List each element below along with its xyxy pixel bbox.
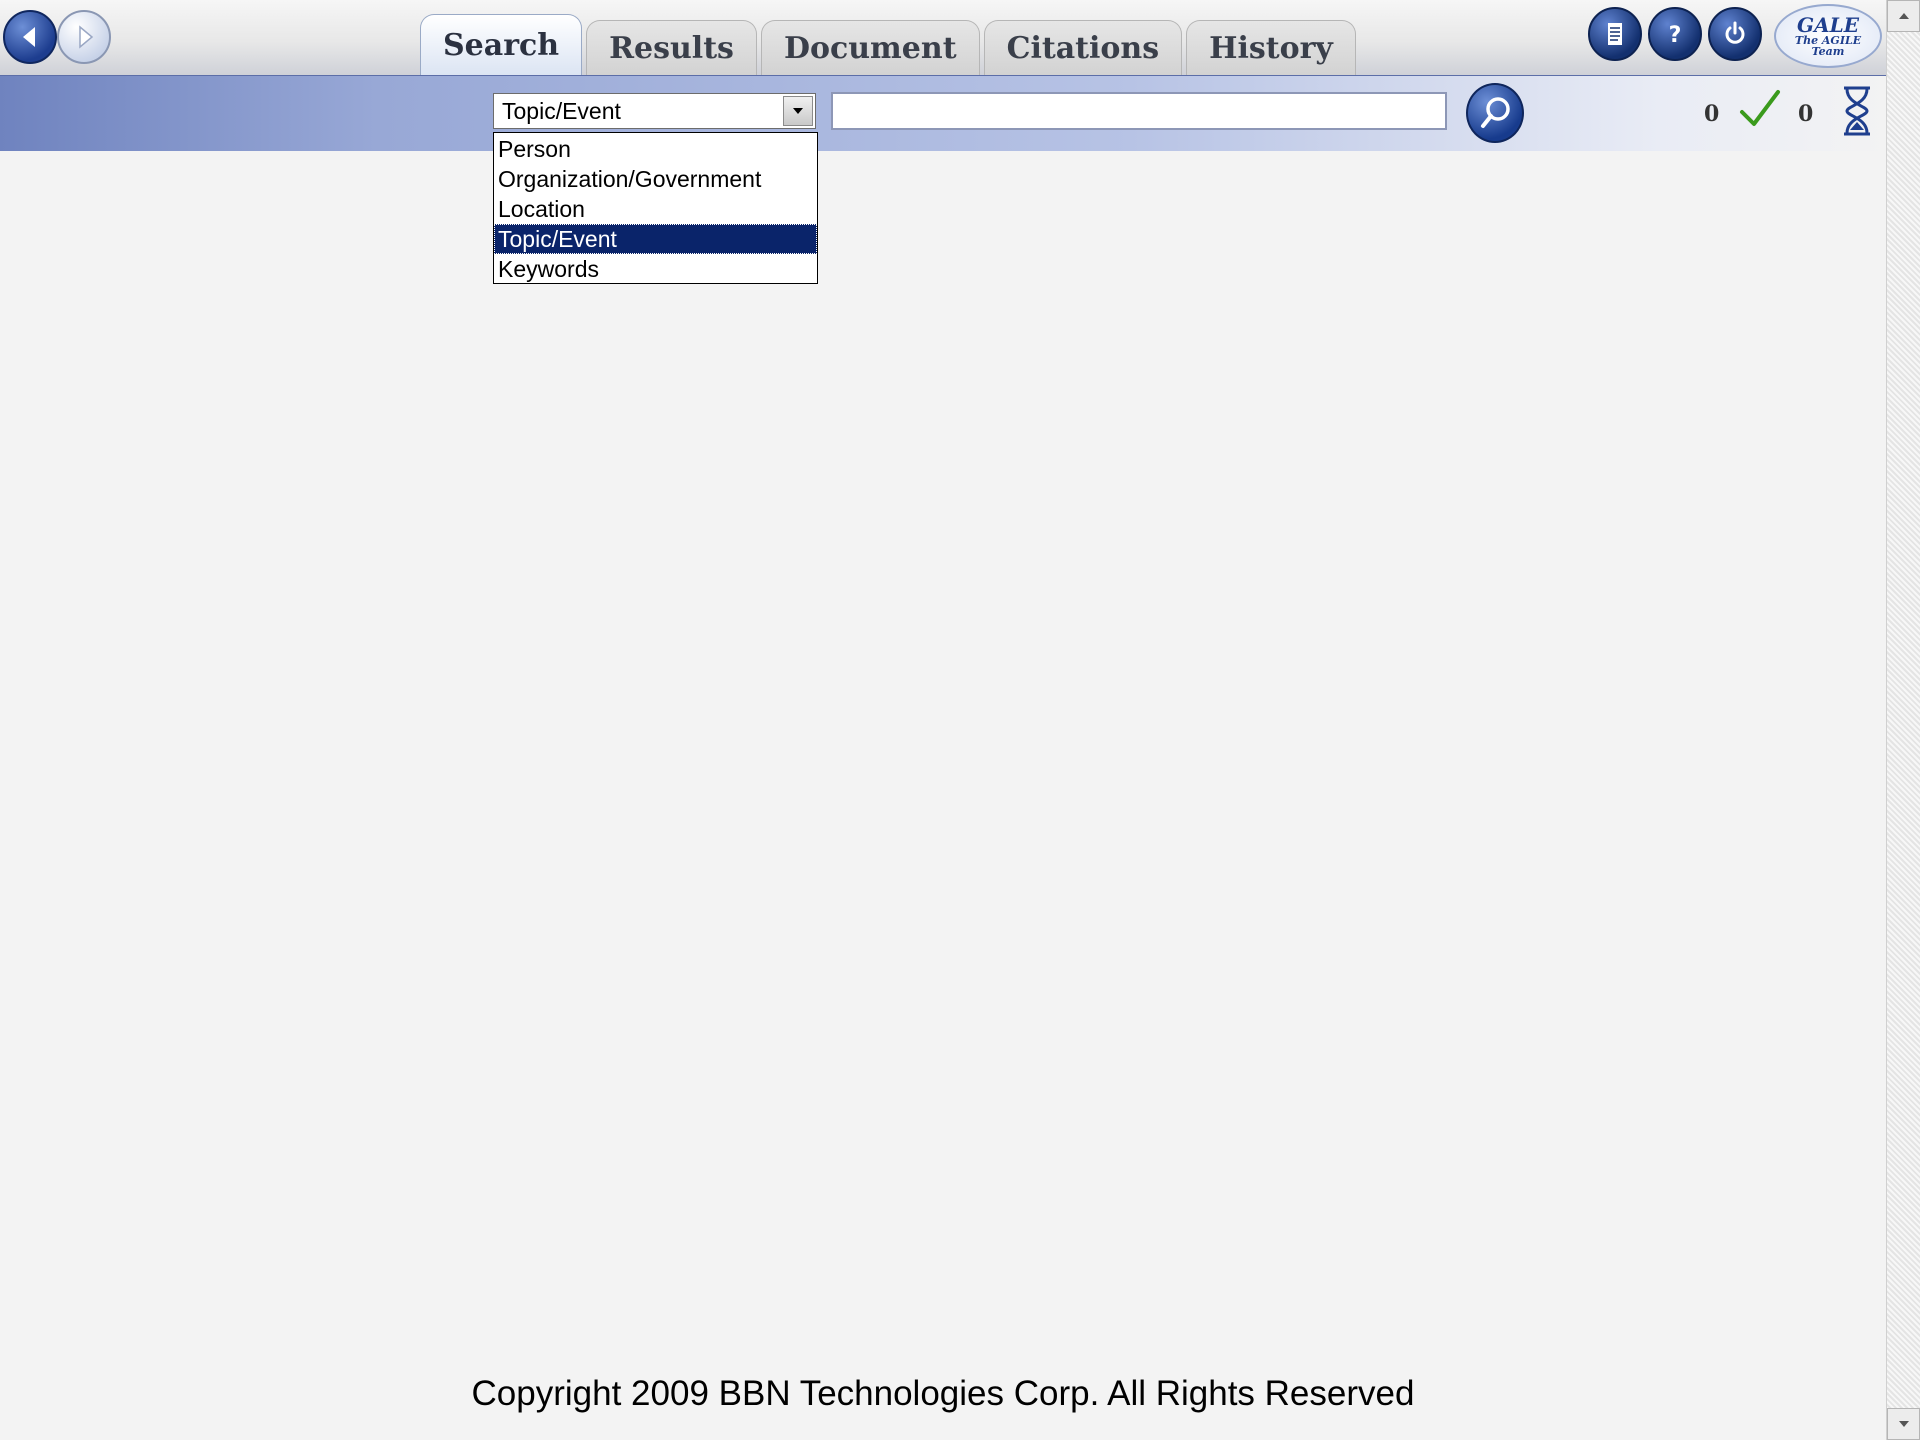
scroll-up-icon[interactable] (1887, 0, 1920, 32)
power-icon[interactable] (1708, 7, 1762, 61)
copyright-footer: Copyright 2009 BBN Technologies Corp. Al… (471, 1374, 1415, 1413)
dropdown-option-location[interactable]: Location (494, 194, 817, 224)
forward-arrow-icon[interactable] (57, 10, 111, 64)
dropdown-option-keywords[interactable]: Keywords (494, 254, 817, 284)
toolbar-icons: ? (1588, 7, 1768, 61)
tab-search[interactable]: Search (420, 14, 583, 76)
search-button[interactable] (1466, 83, 1524, 143)
help-icon[interactable]: ? (1648, 7, 1702, 61)
count-left: 0 (1704, 101, 1720, 127)
tab-history[interactable]: History (1186, 20, 1356, 76)
search-type-dropdown: Person Organization/Government Location … (493, 132, 818, 284)
back-arrow-icon[interactable] (3, 10, 57, 64)
dropdown-option-person[interactable]: Person (494, 134, 817, 164)
count-right: 0 (1798, 101, 1814, 127)
gale-logo: GALE The AGILE Team (1774, 4, 1882, 68)
hourglass-icon (1844, 86, 1870, 136)
scroll-down-icon[interactable] (1887, 1408, 1920, 1440)
search-bar: Topic/Event 0 0 (0, 75, 1886, 151)
check-icon (1740, 90, 1780, 126)
tab-results[interactable]: Results (586, 20, 757, 76)
document-icon[interactable] (1588, 7, 1642, 61)
search-type-select[interactable]: Topic/Event (493, 93, 816, 129)
dropdown-option-organization[interactable]: Organization/Government (494, 164, 817, 194)
search-type-value: Topic/Event (502, 97, 621, 124)
chevron-down-icon[interactable] (783, 96, 813, 126)
top-bar: Search Results Document Citations Histor… (0, 0, 1886, 76)
logo-title: GALE (1797, 13, 1859, 37)
tab-bar: Search Results Document Citations Histor… (420, 12, 1360, 76)
search-icon (1481, 97, 1510, 128)
tab-document[interactable]: Document (760, 20, 980, 76)
vertical-scrollbar[interactable] (1886, 0, 1920, 1440)
tab-citations[interactable]: Citations (983, 20, 1183, 76)
dropdown-option-topic-event[interactable]: Topic/Event (494, 224, 817, 254)
logo-team: Team (1811, 45, 1845, 58)
svg-text:?: ? (1669, 23, 1682, 48)
search-input[interactable] (831, 92, 1447, 130)
